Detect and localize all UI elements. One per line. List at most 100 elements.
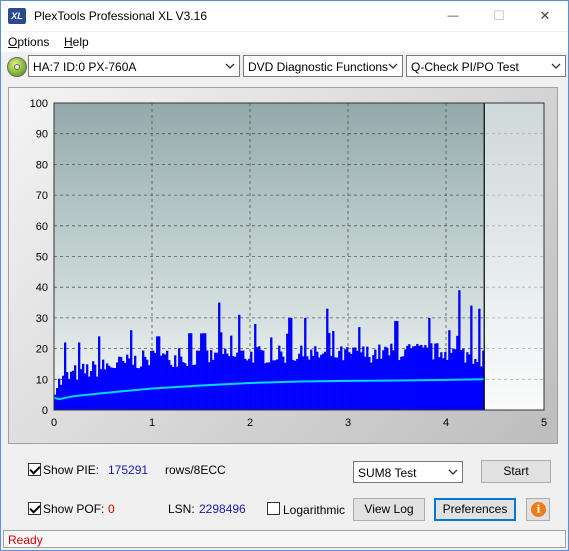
mode-select-value: SUM8 Test (358, 466, 417, 480)
pie-bar (422, 347, 425, 410)
pie-bar (246, 360, 249, 410)
pie-bar (264, 363, 267, 410)
pie-bar (64, 342, 67, 410)
pie-bar (168, 360, 171, 410)
menu-help-accel: H (64, 35, 73, 49)
pie-bar (450, 352, 453, 410)
y-tick-label: 80 (36, 159, 48, 171)
menu-bar: Options Help (1, 32, 568, 52)
pie-bar (284, 362, 287, 410)
menu-options[interactable]: Options (8, 35, 49, 49)
y-tick-label: 0 (42, 405, 48, 417)
close-button[interactable]: ✕ (522, 1, 568, 31)
pie-bar (252, 362, 255, 410)
pie-bar (340, 346, 343, 410)
function-select[interactable]: DVD Diagnostic Functions (243, 55, 403, 77)
lsn-label: LSN: (168, 502, 195, 516)
pie-bar (410, 348, 413, 410)
pie-bar (370, 362, 373, 410)
pie-bar (384, 346, 387, 410)
pie-bar (290, 317, 293, 410)
pie-bar (66, 372, 69, 410)
pie-bar (242, 350, 245, 410)
pie-bar (148, 365, 151, 410)
pie-bar (314, 346, 317, 410)
pie-bar (306, 356, 309, 410)
view-log-button[interactable]: View Log (353, 498, 425, 521)
pie-bar (210, 350, 213, 410)
show-pie-checkbox[interactable] (28, 463, 41, 476)
lsn-value: 2298496 (199, 502, 246, 516)
pie-bar (146, 359, 149, 410)
drive-select-value: HA:7 ID:0 PX-760A (33, 60, 137, 74)
pie-bar (416, 343, 419, 410)
pie-bar (476, 362, 479, 410)
pie-bar (302, 356, 305, 410)
y-tick-label: 10 (36, 374, 48, 386)
pie-bar (364, 356, 367, 410)
pie-bar (224, 348, 227, 410)
pie-bar (192, 364, 195, 410)
pie-bar (108, 365, 111, 410)
view-log-label: View Log (364, 502, 414, 516)
title-bar[interactable]: XL PlexTools Professional XL V3.16 — ☐ ✕ (1, 1, 568, 31)
pie-bar (318, 357, 321, 410)
function-select-value: DVD Diagnostic Functions (248, 60, 389, 74)
show-poe-checkbox[interactable] (28, 502, 41, 515)
drive-select[interactable]: HA:7 ID:0 PX-760A (28, 55, 240, 77)
pie-bar (78, 342, 81, 410)
y-tick-label: 60 (36, 221, 48, 233)
y-tick-label: 100 (30, 98, 48, 110)
pie-bar (390, 343, 393, 410)
mode-select[interactable]: SUM8 Test (353, 461, 463, 483)
pie-bar (294, 360, 297, 410)
pie-bar (126, 354, 129, 410)
pie-bar (176, 366, 179, 410)
pie-bar (144, 356, 147, 410)
control-panel: Show PIE: 175291 rows/8ECC SUM8 Test Sta… (8, 452, 558, 527)
pie-bar (436, 343, 439, 410)
pie-bar (104, 369, 107, 410)
pie-bar (270, 337, 273, 410)
pie-bar (158, 336, 161, 410)
pie-bar (336, 357, 339, 410)
pie-bar (70, 371, 73, 410)
pi-po-chart: 0 10 20 30 40 50 60 70 80 90 100 0 1 2 3 4 5 (30, 98, 547, 429)
pie-bar (472, 363, 475, 410)
pie-unit: rows/8ECC (165, 463, 226, 477)
pie-bar (230, 335, 233, 410)
logarithmic-checkbox[interactable] (267, 502, 280, 515)
pie-bar (274, 360, 277, 410)
close-icon: ✕ (539, 8, 551, 23)
pie-value: 175291 (108, 463, 149, 477)
pie-bar (278, 345, 281, 410)
minimize-button[interactable]: — (430, 1, 476, 31)
pie-bar (72, 370, 75, 410)
pie-bar (368, 357, 371, 410)
pie-bar (240, 350, 243, 410)
y-tick-label: 50 (36, 252, 48, 264)
pie-bar (222, 354, 225, 410)
pie-bar (470, 305, 473, 410)
pie-bar (386, 347, 389, 410)
pie-bar (434, 343, 437, 410)
pie-bar (474, 358, 477, 410)
pie-bar (456, 335, 459, 410)
pie-bar (162, 353, 165, 410)
pie-bar (426, 347, 429, 410)
test-select[interactable]: Q-Check PI/PO Test (406, 55, 566, 77)
menu-help[interactable]: Help (64, 35, 89, 49)
start-button[interactable]: Start (481, 460, 551, 483)
status-text: Ready (8, 533, 43, 547)
pie-bar (166, 350, 169, 410)
maximize-button[interactable]: ☐ (476, 1, 522, 31)
preferences-button[interactable]: Preferences (434, 498, 516, 521)
pie-bar (82, 363, 85, 410)
pie-bar (464, 362, 467, 410)
y-tick-label: 70 (36, 190, 48, 202)
show-poe-label: Show POF: (43, 502, 105, 516)
info-button[interactable]: i (526, 498, 550, 521)
pie-bar (448, 330, 451, 410)
pie-bar (358, 327, 361, 410)
pie-bar (438, 357, 441, 410)
